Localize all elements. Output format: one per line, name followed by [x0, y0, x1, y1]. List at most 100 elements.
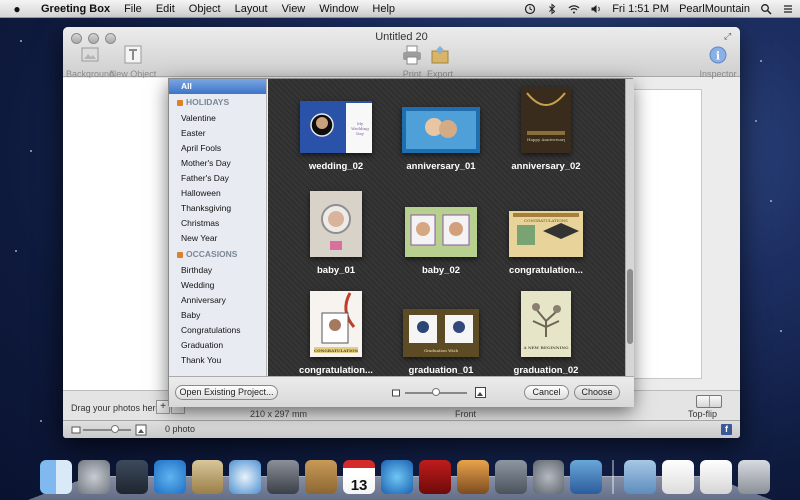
category-item-easter[interactable]: Easter	[169, 126, 266, 141]
cancel-button[interactable]: Cancel	[524, 385, 569, 400]
calendar-icon[interactable]: 13	[343, 460, 376, 494]
template-grid-scrollbar[interactable]	[625, 79, 634, 376]
export-button[interactable]: Export	[415, 45, 465, 79]
fullscreen-icon[interactable]: ⤢	[724, 31, 734, 41]
template-grid[interactable]: My Wedding Day wedding_02 anniversary_01 Ha…	[268, 79, 625, 376]
downloads-icon[interactable]	[700, 460, 733, 494]
menu-help[interactable]: Help	[365, 3, 402, 15]
category-item-birthday[interactable]: Birthday	[169, 263, 266, 278]
category-item-congratulations[interactable]: Congratulations	[169, 323, 266, 338]
applications-folder-icon[interactable]	[624, 460, 657, 494]
camera-icon[interactable]	[494, 460, 527, 494]
template-name: graduation_02	[513, 365, 579, 376]
thumbnail-zoom-knob[interactable]	[111, 425, 119, 433]
facebook-icon[interactable]: f	[721, 424, 732, 435]
iphoto-icon[interactable]	[456, 460, 489, 494]
svg-text:i: i	[716, 50, 720, 63]
apple-menu-icon[interactable]: ●	[10, 2, 24, 16]
app-store-icon[interactable]	[153, 460, 186, 494]
photo-panel[interactable]	[63, 78, 170, 390]
category-item-anniversary[interactable]: Anniversary	[169, 293, 266, 308]
template-name: wedding_02	[308, 161, 364, 172]
template-name: congratulation...	[299, 365, 373, 376]
template-artwork	[406, 111, 476, 149]
menu-app-name[interactable]: Greeting Box	[34, 3, 117, 15]
preview-icon[interactable]	[570, 460, 603, 494]
flip-label: Top-flip	[688, 409, 718, 419]
inspector-button[interactable]: i Inspector	[693, 45, 740, 79]
open-existing-project-button[interactable]: Open Existing Project...	[175, 385, 278, 400]
choose-button[interactable]: Choose	[574, 385, 620, 400]
mail-stamp-icon[interactable]	[191, 460, 224, 494]
template-tile[interactable]: CONGRATULATIONS congratulation...	[491, 211, 601, 276]
template-tile[interactable]: baby_01	[281, 191, 391, 276]
top-flip-icon[interactable]	[710, 396, 722, 407]
category-item-thanksgiving[interactable]: Thanksgiving	[169, 201, 266, 216]
clock[interactable]: Fri 1:51 PM	[612, 3, 669, 15]
category-group-label: OCCASIONS	[186, 249, 238, 259]
flip-toggle[interactable]	[696, 395, 722, 408]
menu-window[interactable]: Window	[312, 3, 365, 15]
safari-icon[interactable]	[229, 460, 262, 494]
template-tile[interactable]: CONGRATULATIONS congratulation...	[281, 291, 391, 376]
launchpad-icon[interactable]	[77, 460, 110, 494]
menu-edit[interactable]: Edit	[149, 3, 182, 15]
trash-icon[interactable]	[738, 460, 770, 494]
category-item-halloween[interactable]: Halloween	[169, 186, 266, 201]
category-item-christmas[interactable]: Christmas	[169, 216, 266, 231]
background-icon	[81, 47, 99, 62]
menu-object[interactable]: Object	[182, 3, 228, 15]
category-item-all[interactable]: All	[169, 79, 266, 94]
side-label: Front	[455, 409, 477, 419]
category-item-april-fools[interactable]: April Fools	[169, 141, 266, 156]
template-tile[interactable]: A NEW BEGINNING graduation_02	[491, 291, 601, 376]
category-list[interactable]: All HOLIDAYS Valentine Easter April Fools Mot…	[169, 79, 267, 376]
spotlight-search-icon[interactable]	[760, 3, 772, 15]
category-item-baby[interactable]: Baby	[169, 308, 266, 323]
template-tile[interactable]: My Wedding Day wedding_02	[281, 101, 391, 172]
mission-control-icon[interactable]	[115, 460, 148, 494]
side-flip-icon[interactable]	[697, 396, 710, 407]
text-tool-icon	[124, 45, 142, 64]
category-item-wedding[interactable]: Wedding	[169, 278, 266, 293]
time-machine-icon[interactable]	[524, 3, 536, 15]
category-item-thank-you[interactable]: Thank You	[169, 353, 266, 368]
documents-icon[interactable]	[662, 460, 695, 494]
system-preferences-icon[interactable]	[532, 460, 565, 494]
itunes-icon[interactable]	[381, 460, 413, 494]
template-tile[interactable]: anniversary_01	[386, 107, 496, 172]
template-tile[interactable]: Happy Anniversary anniversary_02	[491, 87, 601, 172]
template-tile[interactable]: Graduation Wish graduation_01	[386, 309, 496, 376]
notification-list-icon[interactable]	[782, 3, 794, 15]
scrollbar-thumb[interactable]	[627, 269, 633, 344]
menu-bar: ● Greeting Box File Edit Object Layout V…	[0, 0, 800, 18]
category-group-holidays: HOLIDAYS	[169, 94, 266, 111]
template-card-preview: A NEW BEGINNING	[521, 291, 571, 357]
template-card-text: CONGRATULATIONS	[524, 218, 568, 223]
menu-layout[interactable]: Layout	[228, 3, 275, 15]
wifi-icon[interactable]	[568, 3, 580, 15]
menu-view[interactable]: View	[275, 3, 313, 15]
new-object-button[interactable]: New Object	[108, 45, 158, 79]
category-item-new-year[interactable]: New Year	[169, 231, 266, 246]
facetime-icon[interactable]	[267, 460, 300, 494]
category-item-graduation[interactable]: Graduation	[169, 338, 266, 353]
template-tile[interactable]: baby_02	[386, 207, 496, 276]
bluetooth-icon[interactable]	[546, 3, 558, 15]
category-item-mother-s-day[interactable]: Mother's Day	[169, 156, 266, 171]
photo-booth-icon[interactable]	[418, 460, 451, 494]
template-zoom-knob[interactable]	[432, 388, 440, 396]
volume-icon[interactable]	[590, 3, 602, 15]
template-card-preview: Graduation Wish	[403, 309, 479, 357]
template-card-preview	[405, 207, 477, 257]
template-artwork	[321, 204, 351, 250]
category-item-father-s-day[interactable]: Father's Day	[169, 171, 266, 186]
drag-photos-label: Drag your photos here	[71, 403, 161, 413]
user-name[interactable]: PearlMountain	[679, 3, 750, 15]
small-photo-icon	[71, 426, 81, 434]
thumbnail-zoom-slider[interactable]	[83, 429, 131, 431]
menu-file[interactable]: File	[117, 3, 149, 15]
finder-icon[interactable]	[40, 460, 72, 494]
category-item-valentine[interactable]: Valentine	[169, 111, 266, 126]
contacts-icon[interactable]	[305, 460, 338, 494]
